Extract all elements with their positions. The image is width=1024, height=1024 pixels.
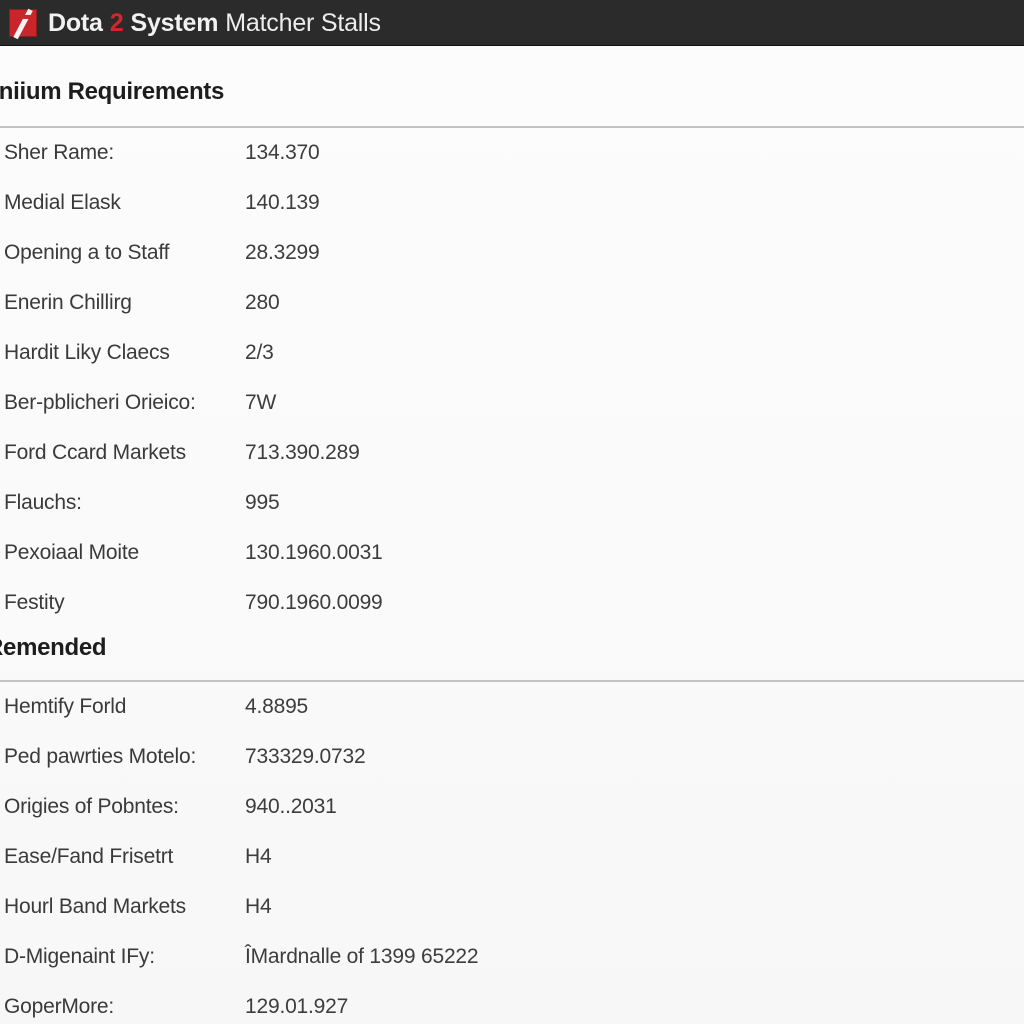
app-title-word-two: 2 [109,8,124,37]
table-row: Ber-pblicheri Orieico: 7W [0,378,1024,428]
row-label: Ber-pblicheri Orieico: [4,391,196,414]
title-bar: Dota 2 System Matcher Stalls [0,0,1024,46]
row-value: 713.390.289 [245,441,360,464]
row-value: 130.1960.0031 [245,541,383,564]
table-row: GoperMore: 129.01.927 [0,982,1024,1024]
row-value: 280 [245,291,280,314]
row-value: 140.139 [245,191,320,214]
row-label: Origies of Pobntes: [4,795,179,818]
app-title-word-system: System [130,8,219,37]
row-label: Ped pawrties Motelo: [4,745,197,768]
logo-slash-shape [13,8,33,40]
row-value: 2/3 [245,341,274,364]
table-row: Pexoiaal Moite 130.1960.0031 [0,528,1024,578]
app-window: Dota 2 System Matcher Stalls Iiniium Req… [0,0,1024,1024]
row-label: Festity [4,591,65,614]
row-value: 7W [245,391,277,414]
table-row: Enerin Chillirg 280 [0,278,1024,328]
row-value: H4 [245,895,272,918]
app-title-word-dota: Dota [48,8,103,37]
row-label: Medial Elask [4,191,121,214]
row-label: Opening a to Staff [4,241,170,264]
row-value: 129.01.927 [245,995,349,1018]
row-value: 28.3299 [245,241,320,264]
table-row: Sher Rame: 134.370 [0,128,1024,178]
row-label: Flauchs: [4,491,82,514]
row-label: Hardit Liky Claecs [4,341,170,364]
requirements-list-minimum: Sher Rame: 134.370 Medial Elask 140.139 … [0,128,1024,628]
table-row: Origies of Pobntes: 940..2031 [0,782,1024,832]
app-title: Dota 2 System Matcher Stalls [48,8,381,37]
table-row: Hourl Band Markets H4 [0,882,1024,932]
row-label: Enerin Chillirg [4,291,132,314]
row-label: Ease/Fand Frisetrt [4,845,174,868]
dota2-logo-icon [9,8,37,40]
table-row: Hemtify Forld 4.8895 [0,682,1024,732]
requirements-content: Iiniium Requirements Sher Rame: 134.370 … [0,46,1024,1024]
table-row: Ford Ccard Markets 713.390.289 [0,428,1024,478]
table-row: Opening a to Staff 28.3299 [0,228,1024,278]
row-value: 733329.0732 [245,745,366,768]
table-row: Flauchs: 995 [0,478,1024,528]
row-value: ÎMardnalle of 1399 65222 [245,945,479,968]
row-value: 790.1960.0099 [245,591,383,614]
row-value: 134.370 [245,141,320,164]
table-row: Hardit Liky Claecs 2/3 [0,328,1024,378]
row-label: Pexoiaal Moite [4,541,139,564]
section-divider-recommended [0,680,1024,682]
row-value: 995 [245,491,280,514]
row-label: D-Migenaint IFy: [4,945,155,968]
section-heading-recommended: Remended [0,634,107,661]
row-value: H4 [245,845,272,868]
table-row: Medial Elask 140.139 [0,178,1024,228]
row-value: 4.8895 [245,695,309,718]
row-label: Hourl Band Markets [4,895,186,918]
row-label: Hemtify Forld [4,695,127,718]
section-recommended: Remended Hemtify Forld 4.8895 Ped pawrti… [0,628,1024,1024]
table-row: Festity 790.1960.0099 [0,578,1024,628]
section-divider-minimum [0,126,1024,128]
table-row: D-Migenaint IFy: ÎMardnalle of 1399 6522… [0,932,1024,982]
row-label: Ford Ccard Markets [4,441,186,464]
section-heading-minimum: Iiniium Requirements [0,78,225,105]
row-label: Sher Rame: [4,141,115,164]
requirements-list-recommended: Hemtify Forld 4.8895 Ped pawrties Motelo… [0,682,1024,1024]
section-minimum-requirements: Iiniium Requirements Sher Rame: 134.370 … [0,46,1024,628]
row-value: 940..2031 [245,795,337,818]
table-row: Ped pawrties Motelo: 733329.0732 [0,732,1024,782]
table-row: Ease/Fand Frisetrt H4 [0,832,1024,882]
app-title-word-matcher: Matcher Stalls [225,8,381,37]
row-label: GoperMore: [4,995,115,1018]
